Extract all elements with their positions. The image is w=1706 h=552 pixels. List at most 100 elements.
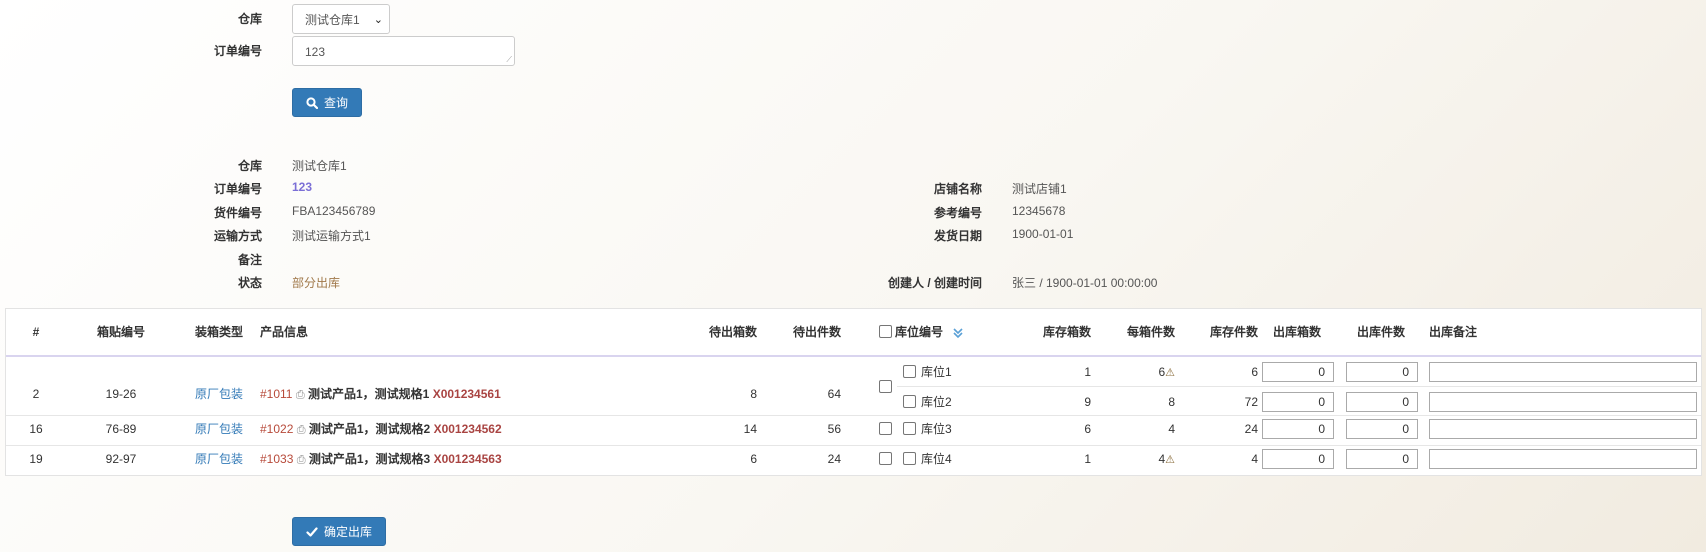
detail-status-label: 状态 [237,276,262,290]
row-divider [6,415,1701,416]
detail-ship-date-label: 发货日期 [933,229,982,243]
warehouse-label: 仓库 [237,12,262,26]
detail-warehouse-label: 仓库 [237,159,262,173]
table-row-index: 16 [29,422,43,436]
table-row-pack-type[interactable]: 原厂包装 [174,384,264,404]
product-id-link[interactable]: #1011 [260,387,292,401]
location-name: 库位2 [921,395,952,409]
header-location: 库位编号 [895,325,944,339]
confirm-outbound-label: 确定出库 [323,525,372,539]
header-stock-pieces: 库存件数 [1209,325,1258,339]
header-box-code: 箱贴编号 [96,325,145,339]
header-per-box: 每箱件数 [1126,325,1175,339]
detail-shipping-value: 测试运输方式1 [292,229,371,243]
resize-handle-icon[interactable]: ⟋ [506,56,512,64]
location-name: 库位1 [921,365,952,379]
status-badge: 部分出库 [292,276,341,290]
row-checkbox[interactable] [879,380,892,393]
out-boxes-input[interactable]: 0 [1262,362,1334,382]
out-pieces-input[interactable]: 0 [1346,449,1418,469]
detail-ref-label: 参考编号 [933,206,982,220]
row-divider [6,445,1701,446]
location-stock-boxes: 6 [1084,422,1091,436]
row-checkbox[interactable] [879,422,892,435]
table-row-pack-type[interactable]: 原厂包装 [174,449,264,469]
header-divider [6,355,1701,357]
product-code: X001234561 [432,387,501,401]
detail-order-link[interactable]: 123 [292,180,312,194]
detail-cargo-label: 货件编号 [213,206,262,220]
detail-creator-label: 创建人 / 创建时间 [887,276,982,290]
out-boxes-input[interactable]: 0 [1262,419,1334,439]
chevron-double-down-icon[interactable] [952,327,964,339]
check-icon [306,526,318,537]
out-pieces-input[interactable]: 0 [1346,362,1418,382]
location-checkbox[interactable] [903,365,916,378]
location-stock-boxes: 9 [1084,395,1091,409]
order-number-input-value: 123 [305,45,326,59]
out-note-input[interactable] [1429,392,1697,412]
detail-creator-value: 张三 / 1900-01-01 00:00:00 [1012,276,1158,290]
order-number-input[interactable]: 123 ⟋ [292,36,515,66]
location-checkbox[interactable] [903,422,916,435]
detail-ref-value: 12345678 [1012,204,1066,218]
detail-order-label: 订单编号 [213,182,262,196]
location-stock-pieces: 72 [1244,395,1258,409]
out-pieces-input[interactable]: 0 [1346,419,1418,439]
header-pending-pieces: 待出件数 [792,325,841,339]
product-name: 测试产品1，测试规格1 [307,387,430,401]
product-name: 测试产品1，测试规格2 [308,422,431,436]
out-note-input[interactable] [1429,419,1697,439]
detail-shop-value: 测试店铺1 [1012,182,1067,196]
header-pending-boxes: 待出箱数 [708,325,757,339]
table-row-index: 19 [29,452,43,466]
out-note-input[interactable] [1429,362,1697,382]
location-per-box: 4⚠ [1086,449,1175,469]
product-id-link[interactable]: #1022 [260,422,293,436]
warehouse-select[interactable]: 测试仓库1 ⌄ [292,4,390,34]
table-row-pending-pieces: 64 [827,387,841,401]
header-index: # [32,325,40,339]
out-note-input[interactable] [1429,449,1697,469]
query-button[interactable]: 查询 [292,88,362,117]
table-row-pack-type[interactable]: 原厂包装 [174,419,264,439]
table-row-product: #1033 ⎙ 测试产品1，测试规格3 X001234563 [260,449,502,469]
header-out-pieces: 出库件数 [1356,325,1405,339]
table-row-pending-boxes: 14 [743,422,757,436]
query-button-label: 查询 [323,96,348,110]
table-row-box-code: 19-26 [105,387,137,401]
table-row-box-code: 92-97 [105,452,137,466]
out-boxes-input[interactable]: 0 [1262,449,1334,469]
location-per-box: 8 [1086,392,1175,412]
detail-shop-label: 店铺名称 [933,182,982,196]
printer-icon[interactable]: ⎙ [297,454,306,466]
product-name: 测试产品1，测试规格3 [308,452,431,466]
select-all-checkbox[interactable] [879,325,892,338]
table-row-pending-pieces: 56 [827,422,841,436]
order-number-label: 订单编号 [213,44,262,58]
row-checkbox[interactable] [879,452,892,465]
row-subdivider [897,386,1701,387]
warehouse-select-value: 测试仓库1 [305,12,360,27]
location-per-box: 4 [1086,419,1175,439]
location-stock-pieces: 4 [1251,452,1258,466]
out-boxes-input[interactable]: 0 [1262,392,1334,412]
detail-cargo-value: FBA123456789 [292,204,376,218]
printer-icon[interactable]: ⎙ [296,389,305,401]
out-pieces-input[interactable]: 0 [1346,392,1418,412]
location-stock-pieces: 24 [1244,422,1258,436]
location-stock-boxes: 1 [1084,365,1091,379]
outbound-table: # 箱贴编号 装箱类型 产品信息 待出箱数 待出件数 库位编号 库存箱数 每箱件… [5,308,1702,476]
product-id-link[interactable]: #1033 [260,452,293,466]
location-checkbox[interactable] [903,452,916,465]
location-stock-pieces: 6 [1251,365,1258,379]
location-checkbox[interactable] [903,395,916,408]
location-name: 库位3 [921,422,952,436]
header-stock-boxes: 库存箱数 [1042,325,1091,339]
printer-icon[interactable]: ⎙ [297,424,306,436]
detail-warehouse-value: 测试仓库1 [292,159,347,173]
table-row-pending-boxes: 6 [750,452,757,466]
header-out-note: 出库备注 [1429,325,1478,339]
product-code: X001234562 [433,422,502,436]
confirm-outbound-button[interactable]: 确定出库 [292,517,386,546]
